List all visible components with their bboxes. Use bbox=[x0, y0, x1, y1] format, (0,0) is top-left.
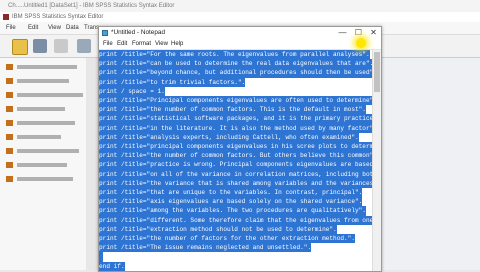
menu-transform[interactable]: Trans bbox=[84, 22, 99, 34]
text-line: print /title="can be used to determine t… bbox=[99, 59, 374, 69]
save-icon[interactable] bbox=[33, 39, 47, 53]
notepad-titlebar[interactable]: *Untitled - Notepad — ☐ ✕ bbox=[99, 27, 381, 39]
navigator-item[interactable] bbox=[6, 174, 92, 184]
text-line: print /title="For the same roots. The ei… bbox=[99, 50, 370, 60]
print-icon[interactable] bbox=[54, 39, 68, 53]
navigator-item[interactable] bbox=[6, 132, 92, 142]
text-line: print /title="The issue remains neglecte… bbox=[99, 243, 312, 253]
scrollbar-thumb[interactable] bbox=[374, 52, 380, 92]
text-line: print /title="axis eigenvalues are based… bbox=[99, 197, 363, 207]
notepad-menubar: File Edit Format View Help bbox=[99, 39, 381, 50]
navigator-item[interactable] bbox=[6, 90, 92, 100]
menu-format[interactable]: Format bbox=[132, 39, 151, 49]
text-line: print /title="principal components eigen… bbox=[99, 142, 381, 152]
pencil-icon bbox=[6, 162, 13, 168]
menu-help[interactable]: Help bbox=[171, 39, 183, 49]
pencil-icon bbox=[6, 92, 13, 98]
notepad-text-area[interactable]: print /title="For the same roots. The ei… bbox=[99, 50, 381, 271]
text-line: print /title="beyond chance, but additio… bbox=[99, 68, 377, 78]
menu-edit[interactable]: Edit bbox=[28, 22, 38, 34]
text-line: print / space = 1. bbox=[99, 86, 165, 96]
pencil-icon bbox=[6, 148, 13, 154]
close-button[interactable]: ✕ bbox=[366, 27, 381, 39]
text-line: print /title="that are unique to the var… bbox=[99, 188, 363, 198]
notepad-title: *Untitled - Notepad bbox=[111, 29, 165, 36]
text-line: print /title="practice is wrong. Princip… bbox=[99, 160, 381, 170]
maximize-button[interactable]: ☐ bbox=[351, 27, 366, 39]
navigator-item[interactable] bbox=[6, 62, 92, 72]
text-line: print /title="Principal components eigen… bbox=[99, 96, 377, 106]
text-line: print /title="different. Some therefore … bbox=[99, 215, 381, 225]
notepad-icon bbox=[102, 30, 108, 36]
menu-file[interactable]: File bbox=[103, 39, 113, 49]
navigator-item[interactable] bbox=[6, 146, 92, 156]
menu-data[interactable]: Data bbox=[66, 22, 79, 34]
menu-view[interactable]: View bbox=[48, 22, 61, 34]
pencil-icon bbox=[6, 120, 13, 126]
navigator-item[interactable] bbox=[6, 118, 92, 128]
text-line: print /title="to trim trivial factors.". bbox=[99, 77, 246, 87]
text-line: print /title="extraction method should n… bbox=[99, 224, 337, 234]
navigator-item[interactable] bbox=[6, 160, 92, 170]
app-titlebar: IBM SPSS Statistics Syntax Editor bbox=[0, 12, 480, 22]
text-line: print /title="statistical software packa… bbox=[99, 114, 381, 124]
mouse-cursor-highlight bbox=[356, 38, 366, 48]
text-line: print /title="the number of common facto… bbox=[99, 151, 377, 161]
syntax-navigator bbox=[0, 58, 99, 270]
text-line: print /title="analysis experts, includin… bbox=[99, 132, 359, 142]
line-number-gutter bbox=[86, 58, 98, 270]
app-title: IBM SPSS Statistics Syntax Editor bbox=[12, 14, 104, 20]
recall-dialog-icon[interactable] bbox=[77, 39, 91, 53]
vertical-scrollbar[interactable] bbox=[372, 50, 381, 271]
notepad-window[interactable]: *Untitled - Notepad — ☐ ✕ File Edit Form… bbox=[98, 26, 382, 272]
navigator-item[interactable] bbox=[6, 76, 92, 86]
pencil-icon bbox=[6, 134, 13, 140]
pencil-icon bbox=[6, 176, 13, 182]
minimize-button[interactable]: — bbox=[335, 27, 350, 39]
window-title: Ch.....Untitled1 [DataSet1] - IBM SPSS S… bbox=[8, 3, 175, 9]
window-titlebar: Ch.....Untitled1 [DataSet1] - IBM SPSS S… bbox=[0, 0, 480, 12]
menu-file[interactable]: File bbox=[6, 22, 16, 34]
text-line: print /title="among the variables. The t… bbox=[99, 206, 366, 216]
text-line: print /title="the number of common facto… bbox=[99, 105, 366, 115]
pencil-icon bbox=[6, 64, 13, 70]
text-line: print /title="the number of factors for … bbox=[99, 234, 355, 244]
menu-edit[interactable]: Edit bbox=[117, 39, 127, 49]
pencil-icon bbox=[6, 106, 13, 112]
spss-app-icon bbox=[3, 14, 9, 20]
menu-view[interactable]: View bbox=[155, 39, 168, 49]
text-line: print /title="on all of the variance in … bbox=[99, 169, 381, 179]
open-folder-icon[interactable] bbox=[12, 39, 28, 55]
text-line: print /title="in the literature. It is a… bbox=[99, 123, 377, 133]
text-line: end if. bbox=[99, 261, 125, 271]
text-line bbox=[99, 252, 103, 262]
navigator-item[interactable] bbox=[6, 104, 92, 114]
text-line: print /title="the variance that is share… bbox=[99, 178, 381, 188]
pencil-icon bbox=[6, 78, 13, 84]
